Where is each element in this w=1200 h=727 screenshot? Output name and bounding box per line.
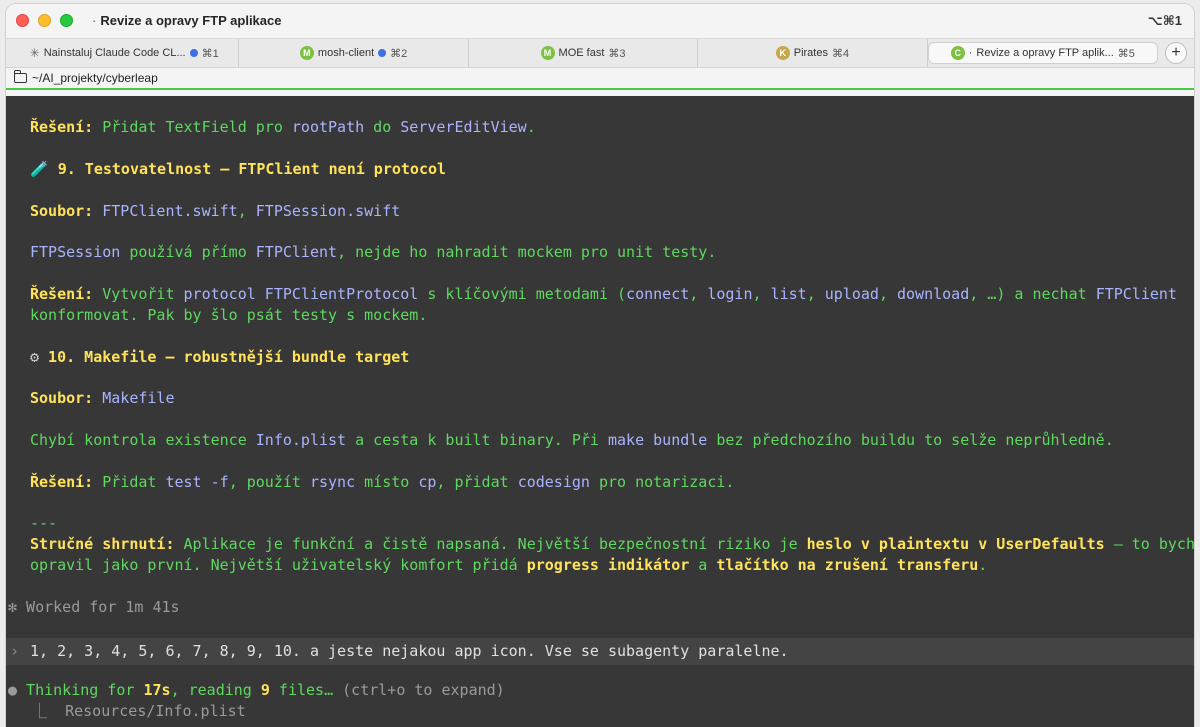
terminal-window: · Revize a opravy FTP aplikace ⌥⌘1 ✳ Nain… — [6, 4, 1194, 727]
window-controls — [16, 14, 73, 27]
tab-shortcut: ⌘3 — [608, 47, 626, 60]
tab-label: Revize a opravy FTP aplik... — [976, 47, 1114, 59]
tab-2[interactable]: M mosh-client ⌘2 — [239, 39, 469, 67]
tab-badge-icon: M — [299, 46, 314, 60]
horizontal-rule: --- — [30, 514, 58, 532]
current-path: ~/AI_projekty/cyberleap — [32, 71, 158, 85]
tab-5[interactable]: C · Revize a opravy FTP aplik... ⌘5 — [927, 42, 1159, 64]
tab-badge-icon: M — [540, 46, 555, 60]
output-line: Soubor: FTPClient.swift, FTPSession.swif… — [30, 202, 401, 220]
output-line: Řešení: Přidat TextField pro rootPath do… — [30, 118, 536, 136]
tab-badge-icon: C — [950, 46, 965, 60]
close-window-button[interactable] — [16, 14, 29, 27]
output-line: Řešení: Vytvořit protocol FTPClientProto… — [30, 285, 1177, 303]
window-title-text: Revize a opravy FTP aplikace — [100, 13, 282, 28]
terminal-output[interactable]: Řešení: Přidat TextField pro rootPath do… — [6, 96, 1194, 727]
thinking-status: ● Thinking for 17s, reading 9 files… (ct… — [8, 681, 505, 699]
new-tab-button[interactable]: + — [1162, 39, 1190, 67]
output-line: Chybí kontrola existence Info.plist a ce… — [30, 431, 1114, 449]
tab-label: Pirates — [793, 47, 828, 59]
sub-step: ⎿ Resources/Info.plist — [32, 702, 246, 720]
tab-label: mosh-client — [317, 47, 375, 59]
output-line: konformovat. Pak by šlo psát testy s moc… — [30, 306, 428, 324]
tab-shortcut: ⌘1 — [201, 47, 219, 60]
summary-line: opravil jako první. Největší uživatelský… — [30, 556, 988, 574]
tab-3[interactable]: M MOE fast ⌘3 — [469, 39, 699, 67]
tab-bar: ✳ Nainstaluj Claude Code CL... ⌘1 M mosh… — [6, 38, 1194, 68]
output-line: Soubor: Makefile — [30, 389, 175, 407]
tab-shortcut: ⌘2 — [390, 47, 408, 60]
activity-dot-icon — [378, 49, 387, 57]
tab-label: Nainstaluj Claude Code CL... — [43, 47, 186, 59]
tab-badge-icon: K — [775, 46, 790, 60]
tab-1[interactable]: ✳ Nainstaluj Claude Code CL... ⌘1 — [10, 39, 240, 67]
summary-line: Stručné shrnutí: Aplikace je funkční a č… — [30, 535, 1194, 553]
window-shortcut: ⌥⌘1 — [1147, 13, 1182, 28]
chevron-right-icon: › — [10, 642, 20, 660]
zoom-window-button[interactable] — [60, 14, 73, 27]
output-line: FTPSession používá přímo FTPClient, nejd… — [30, 243, 717, 261]
worked-status: ✻ Worked for 1m 41s — [8, 598, 180, 616]
section-heading: ⚙ 10. Makefile — robustnější bundle targ… — [30, 348, 410, 366]
title-bar: · Revize a opravy FTP aplikace ⌥⌘1 — [6, 4, 1194, 38]
minimize-window-button[interactable] — [38, 14, 51, 27]
output-line: Řešení: Přidat test -f, použít rsync mís… — [30, 473, 735, 491]
gear-icon: ⚙ — [30, 348, 40, 366]
plus-icon: + — [1165, 42, 1188, 64]
path-bar: ~/AI_projekty/cyberleap — [6, 68, 1194, 90]
prompt-row[interactable]: › 1, 2, 3, 4, 5, 6, 7, 8, 9, 10. a jeste… — [6, 638, 1194, 665]
tab-4[interactable]: K Pirates ⌘4 — [698, 39, 928, 67]
tab-shortcut: ⌘4 — [831, 47, 850, 60]
bullet-icon: ● — [8, 681, 18, 699]
spinner-icon: ✳ — [29, 46, 40, 60]
tree-branch-icon: ⎿ — [32, 702, 48, 720]
folder-icon — [14, 70, 27, 83]
prompt-text: 1, 2, 3, 4, 5, 6, 7, 8, 9, 10. a jeste n… — [30, 642, 789, 660]
section-heading: 🧪 9. Testovatelnost — FTPClient není pro… — [30, 160, 447, 178]
tab-shortcut: ⌘5 — [1117, 47, 1135, 60]
test-tube-icon: 🧪 — [30, 160, 49, 178]
window-title: · Revize a opravy FTP aplikace — [92, 13, 281, 28]
activity-dot-icon — [189, 49, 198, 57]
tab-prefix: · — [968, 47, 973, 59]
title-prefix: · — [92, 13, 97, 28]
tab-label: MOE fast — [558, 47, 605, 59]
